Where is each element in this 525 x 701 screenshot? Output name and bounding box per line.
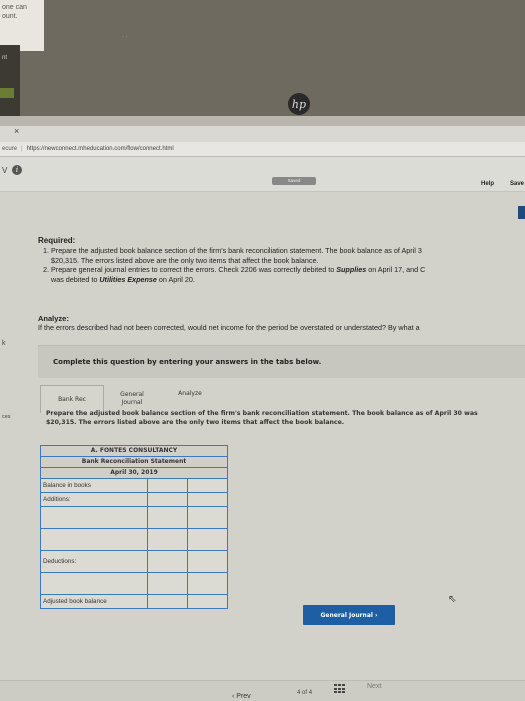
general-journal-button[interactable]: General Journal › [303, 605, 395, 625]
amount-input[interactable] [148, 507, 188, 529]
url-text[interactable]: https://newconnect.mheducation.com/flow/… [27, 146, 174, 152]
instructions-banner: Complete this question by entering your … [38, 345, 525, 378]
tab-label: Bank Rec [58, 396, 86, 403]
table-row: Balance in books [40, 479, 228, 493]
prep-line-2: $20,315. The errors listed above are the… [46, 419, 345, 426]
analyze-text: If the errors described had not been cor… [38, 323, 420, 332]
saved-status-badge: Saved [272, 177, 316, 185]
tab-label: General [120, 390, 144, 398]
amount-input[interactable] [148, 551, 188, 573]
address-bar[interactable]: ecure | https://newconnect.mheducation.c… [0, 142, 525, 157]
description-input[interactable] [40, 507, 148, 529]
tab-general-journal[interactable]: General Journal [112, 385, 152, 412]
instructions-text: Complete this question by entering your … [53, 358, 322, 366]
item-text: was debited to [51, 275, 100, 284]
table-row: Deductions: [40, 551, 228, 573]
description-input[interactable] [40, 573, 148, 595]
item-text: Prepare general journal entries to corre… [51, 265, 337, 274]
statement-header: A. FONTES CONSULTANCY Bank Reconciliatio… [40, 445, 228, 479]
prev-button[interactable]: ‹ Prev [232, 693, 251, 700]
footer-nav [0, 680, 525, 701]
amount-input[interactable] [148, 595, 188, 609]
row-label-deductions: Deductions: [40, 551, 148, 573]
save-link[interactable]: Save [510, 181, 524, 187]
item-text-suffix: on April 17, and C [366, 265, 426, 274]
separator: | [21, 146, 23, 152]
total-input[interactable] [188, 573, 228, 595]
grid-icon[interactable] [334, 684, 345, 694]
snippet-text-2: ount. [2, 13, 18, 20]
statement-date: April 30, 2019 [110, 469, 158, 476]
amount-input[interactable] [148, 573, 188, 595]
hp-logo-icon: hp [288, 93, 310, 115]
item-text: Prepare the adjusted book balance sectio… [51, 246, 422, 255]
page-current: 4 [297, 690, 301, 696]
monitor-bezel [0, 0, 525, 120]
tab-label: Journal [121, 398, 143, 406]
monitor-frame-edge [0, 116, 525, 126]
help-link[interactable]: Help [481, 181, 494, 187]
mouse-cursor-icon: ⇖ [448, 594, 457, 605]
total-input[interactable] [188, 551, 228, 573]
amount-input[interactable] [148, 493, 188, 507]
supplies-account: Supplies [336, 265, 367, 274]
required-item-1-cont: $20,315. The errors listed above are the… [51, 256, 319, 265]
bezel-dots: · · [122, 34, 128, 40]
info-icon[interactable]: i [12, 165, 22, 175]
table-row [40, 507, 228, 529]
bank-reconciliation-table: A. FONTES CONSULTANCY Bank Reconciliatio… [40, 445, 228, 609]
row-label-balance: Balance in books [40, 479, 148, 493]
utilities-account: Utilities Expense [99, 275, 157, 284]
tab-analyze[interactable]: Analyze [160, 380, 220, 407]
item-text-suffix: on April 20. [156, 275, 195, 284]
app-header: V i Saved Help Save [0, 157, 525, 192]
page-of: of [302, 690, 308, 696]
table-row [40, 573, 228, 595]
company-name: A. FONTES CONSULTANCY [41, 446, 227, 457]
close-tab-icon[interactable]: × [14, 126, 19, 136]
amount-input[interactable] [148, 529, 188, 551]
total-input[interactable] [188, 529, 228, 551]
table-row: Adjusted book balance [40, 595, 228, 609]
prep-line-1: Prepare the adjusted book balance sectio… [46, 410, 478, 417]
snippet-text-1: one can [2, 4, 27, 11]
side-text-ces: ces [2, 414, 11, 420]
snippet-text-3: nt [2, 55, 8, 61]
total-input[interactable] [188, 595, 228, 609]
page-indicator: 4 of 4 [297, 690, 312, 696]
row-label-adjusted: Adjusted book balance [40, 595, 148, 609]
total-input[interactable] [188, 479, 228, 493]
green-indicator [0, 88, 14, 98]
description-input[interactable] [40, 529, 148, 551]
table-row: Additions: [40, 493, 228, 507]
browser-tab-strip [0, 126, 525, 142]
tab-label: Analyze [178, 390, 202, 397]
analyze-title: Analyze: [38, 314, 69, 323]
page-total: 4 [308, 690, 313, 696]
secure-label: ecure [2, 146, 18, 152]
table-row [40, 529, 228, 551]
item-number: 1. [43, 246, 49, 255]
side-text-k: k [2, 340, 6, 347]
required-title: Required: [38, 236, 76, 245]
amount-input[interactable] [148, 479, 188, 493]
statement-title: Bank Reconciliation Statement [41, 457, 227, 468]
total-input[interactable] [188, 507, 228, 529]
background-window-snippet: one can ount. [0, 0, 44, 51]
item-number: 2. [43, 265, 49, 274]
prep-instructions: Prepare the adjusted book balance sectio… [46, 409, 525, 427]
required-item-2: 2. Prepare general journal entries to cor… [43, 265, 525, 275]
monitor-edge: nt [0, 45, 20, 120]
side-panel-tab[interactable] [518, 206, 525, 219]
required-item-2-cont: was debited to Utilities Expense on Apri… [51, 275, 195, 284]
chevron-down-icon[interactable]: V [2, 166, 7, 175]
required-item-1: 1. Prepare the adjusted book balance sect… [43, 246, 525, 256]
next-button[interactable]: Next [367, 683, 381, 690]
row-label-additions: Additions: [40, 493, 148, 507]
total-input[interactable] [188, 493, 228, 507]
